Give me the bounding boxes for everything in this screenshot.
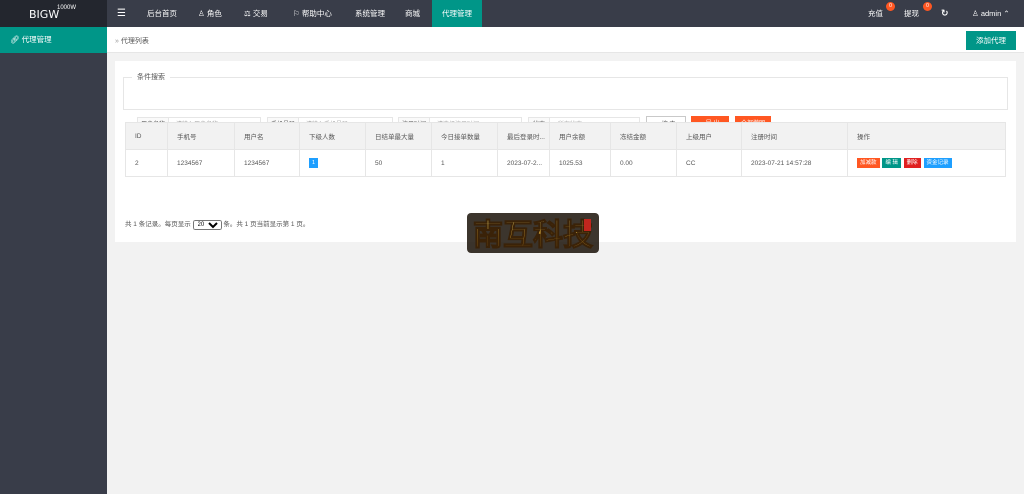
cell-last-login: 2023-07-2... [497, 149, 550, 177]
logo-text: 南互科技 [473, 218, 593, 253]
sidebar-item-label: 代理管理 [21, 35, 52, 44]
cell-max-orders: 50 [365, 149, 432, 177]
col-frozen: 冻结金额 [610, 122, 677, 150]
pagination-suffix: 条。共 1 页当前显示第 1 页。 [223, 221, 310, 228]
nav-role-label: 角色 [206, 9, 222, 18]
double-chevron-icon: » [115, 38, 119, 45]
col-username: 用户名 [234, 122, 300, 150]
cell-id: 2 [125, 149, 168, 177]
nav-trade-label: 交易 [252, 9, 268, 18]
adjust-balance-button[interactable]: 加减款 [857, 158, 880, 168]
nav-withdraw[interactable]: 提现 [904, 0, 919, 27]
brand-logo[interactable]: BIGW 1000W [0, 0, 107, 27]
pagination: 共 1 条记录。每页显示 20 条。共 1 页当前显示第 1 页。 [125, 218, 309, 230]
breadcrumb-bar: » 代理列表 添加代理 [107, 27, 1024, 53]
brand-name: BIGW [29, 8, 60, 21]
recharge-badge: 0 [886, 2, 895, 11]
search-fieldset: 条件搜索 [123, 72, 1008, 110]
cell-username: 1234567 [234, 149, 300, 177]
brand-superscript: 1000W [57, 5, 77, 11]
col-subordinates: 下级人数 [299, 122, 366, 150]
menu-toggle-icon[interactable]: ☰ [117, 0, 129, 27]
top-navbar: BIGW 1000W ☰ 后台首页 ♙ 角色 ⚖ 交易 ⚐ 帮助中心 系统管理 … [0, 0, 1024, 27]
delete-button[interactable]: 删除 [903, 158, 921, 168]
username: admin [980, 9, 1002, 18]
col-phone: 手机号 [167, 122, 235, 150]
user-icon: ♙ [972, 9, 979, 18]
withdraw-badge: 0 [923, 2, 932, 11]
nav-help-label: 帮助中心 [301, 9, 332, 18]
nav-agent[interactable]: 代理管理 [432, 0, 482, 27]
col-parent: 上级用户 [676, 122, 742, 150]
col-regtime: 注册时间 [741, 122, 848, 150]
nav-system[interactable]: 系统管理 [355, 0, 385, 27]
cell-subordinates: 1 [299, 149, 366, 177]
breadcrumb: » 代理列表 [115, 36, 149, 46]
col-max-orders: 日结单最大量 [365, 122, 432, 150]
sidebar [0, 27, 107, 494]
company-logo: 南互科技 [467, 213, 599, 254]
col-id: ID [125, 122, 168, 150]
nav-role[interactable]: ♙ 角色 [198, 0, 222, 27]
refresh-icon[interactable]: ↻ [941, 0, 949, 27]
cell-actions: 加减款 编 辑 删除 资金记录 [847, 149, 1006, 177]
breadcrumb-label: 代理列表 [120, 38, 149, 45]
table-row: 2 1234567 1234567 1 50 1 2023-07-2... 10… [125, 149, 1006, 177]
subordinates-button[interactable]: 1 [309, 158, 319, 168]
nav-mall[interactable]: 商城 [405, 0, 420, 27]
nav-home[interactable]: 后台首页 [147, 0, 177, 27]
col-today-orders: 今日接单数量 [431, 122, 498, 150]
cell-phone: 1234567 [167, 149, 235, 177]
main-content: » 代理列表 添加代理 条件搜索 用户名称 手机号码 注册时间 状态 所有状态 … [107, 27, 1024, 494]
agent-table: ID 手机号 用户名 下级人数 日结单最大量 今日接单数量 最后登录时... 用… [125, 122, 1006, 177]
sidebar-item-agent[interactable]: 🔗︎ 代理管理 [0, 27, 107, 53]
table-header-row: ID 手机号 用户名 下级人数 日结单最大量 今日接单数量 最后登录时... 用… [125, 122, 1006, 150]
col-balance: 用户余额 [549, 122, 611, 150]
cell-regtime: 2023-07-21 14:57:28 [741, 149, 848, 177]
col-actions: 操作 [847, 122, 1006, 150]
col-last-login: 最后登录时... [497, 122, 550, 150]
link-icon: 🔗︎ [10, 35, 20, 44]
cell-frozen: 0.00 [610, 149, 677, 177]
scale-icon: ⚖ [244, 9, 251, 18]
search-legend: 条件搜索 [137, 74, 165, 81]
cell-parent: CC [676, 149, 742, 177]
cell-today-orders: 1 [431, 149, 498, 177]
user-menu[interactable]: ♙ admin ⌃ [972, 0, 1010, 27]
nav-recharge[interactable]: 充值 [868, 0, 883, 27]
fund-records-button[interactable]: 资金记录 [923, 158, 952, 168]
page-size-select[interactable]: 20 [192, 220, 222, 230]
pagination-prefix: 共 1 条记录。每页显示 [125, 221, 191, 228]
chevron-up-icon: ⌃ [1003, 9, 1010, 18]
edit-button[interactable]: 编 辑 [882, 158, 901, 168]
flag-icon: ⚐ [293, 9, 300, 18]
cell-balance: 1025.53 [549, 149, 611, 177]
user-icon: ♙ [198, 9, 205, 18]
add-agent-button[interactable]: 添加代理 [966, 31, 1016, 50]
nav-help[interactable]: ⚐ 帮助中心 [293, 0, 332, 27]
nav-trade[interactable]: ⚖ 交易 [244, 0, 268, 27]
